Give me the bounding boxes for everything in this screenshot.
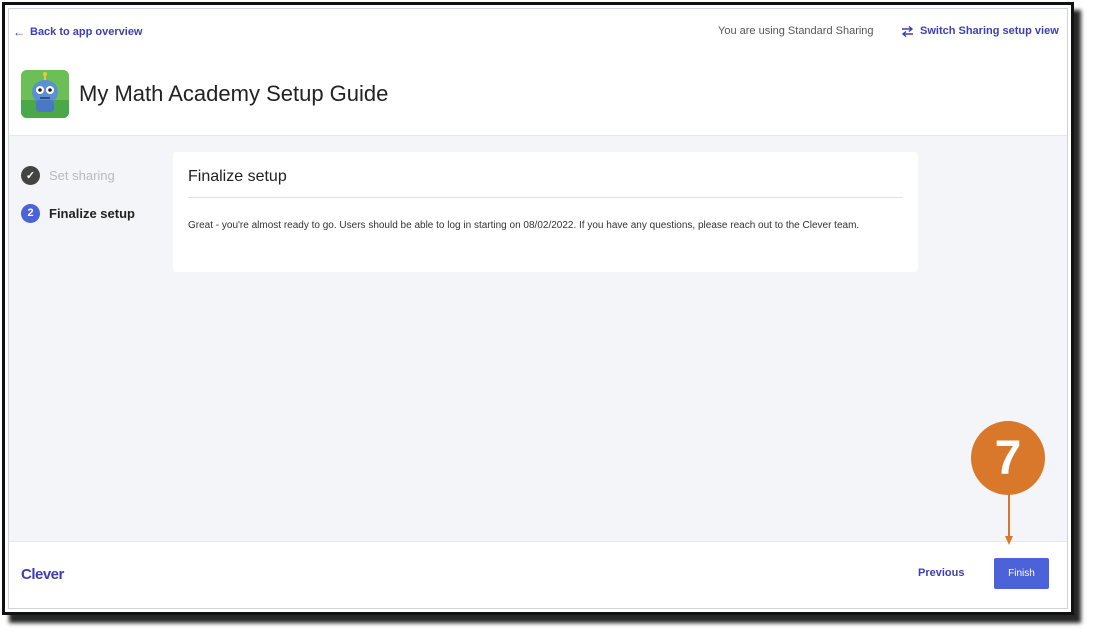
app-window: ← Back to app overview You are using Sta…	[8, 8, 1068, 609]
switch-sharing-setup-view-link[interactable]: Switch Sharing setup view	[901, 25, 1059, 37]
footer: Clever Previous Finish	[9, 541, 1067, 608]
arrow-left-icon: ←	[13, 25, 25, 39]
switch-arrows-icon	[901, 25, 914, 37]
checkmark-icon: ✓	[21, 165, 40, 185]
step-number-badge: 2	[21, 203, 40, 223]
clever-logo: Clever	[21, 566, 64, 583]
step-callout-badge: 7	[971, 421, 1045, 495]
back-to-app-overview-link[interactable]: ← Back to app overview	[13, 25, 143, 39]
step-label: Set sharing	[49, 167, 115, 183]
main-content: ✓ Set sharing 2 Finalize setup Finalize …	[9, 136, 1067, 542]
switch-link-label: Switch Sharing setup view	[920, 25, 1059, 37]
callout-arrow-icon	[1005, 494, 1013, 545]
top-bar: ← Back to app overview You are using Sta…	[9, 9, 1067, 55]
back-link-label: Back to app overview	[30, 26, 143, 38]
finish-button[interactable]: Finish	[994, 558, 1049, 589]
card-body-text: Great - you're almost ready to go. Users…	[188, 220, 860, 231]
finalize-setup-card: Finalize setup Great - you're almost rea…	[173, 152, 918, 272]
step-label: Finalize setup	[49, 205, 135, 221]
step-finalize-setup[interactable]: 2 Finalize setup	[21, 194, 135, 232]
setup-steps-list: ✓ Set sharing 2 Finalize setup	[21, 156, 135, 232]
screenshot-frame: ← Back to app overview You are using Sta…	[2, 2, 1074, 615]
page-title: My Math Academy Setup Guide	[79, 81, 389, 106]
divider	[188, 197, 903, 198]
previous-button[interactable]: Previous	[918, 567, 964, 579]
sharing-status-text: You are using Standard Sharing	[718, 25, 874, 37]
step-set-sharing[interactable]: ✓ Set sharing	[21, 156, 135, 194]
page-header: My Math Academy Setup Guide	[9, 55, 1067, 136]
robot-mascot-icon	[21, 70, 69, 118]
card-title: Finalize setup	[188, 168, 287, 185]
